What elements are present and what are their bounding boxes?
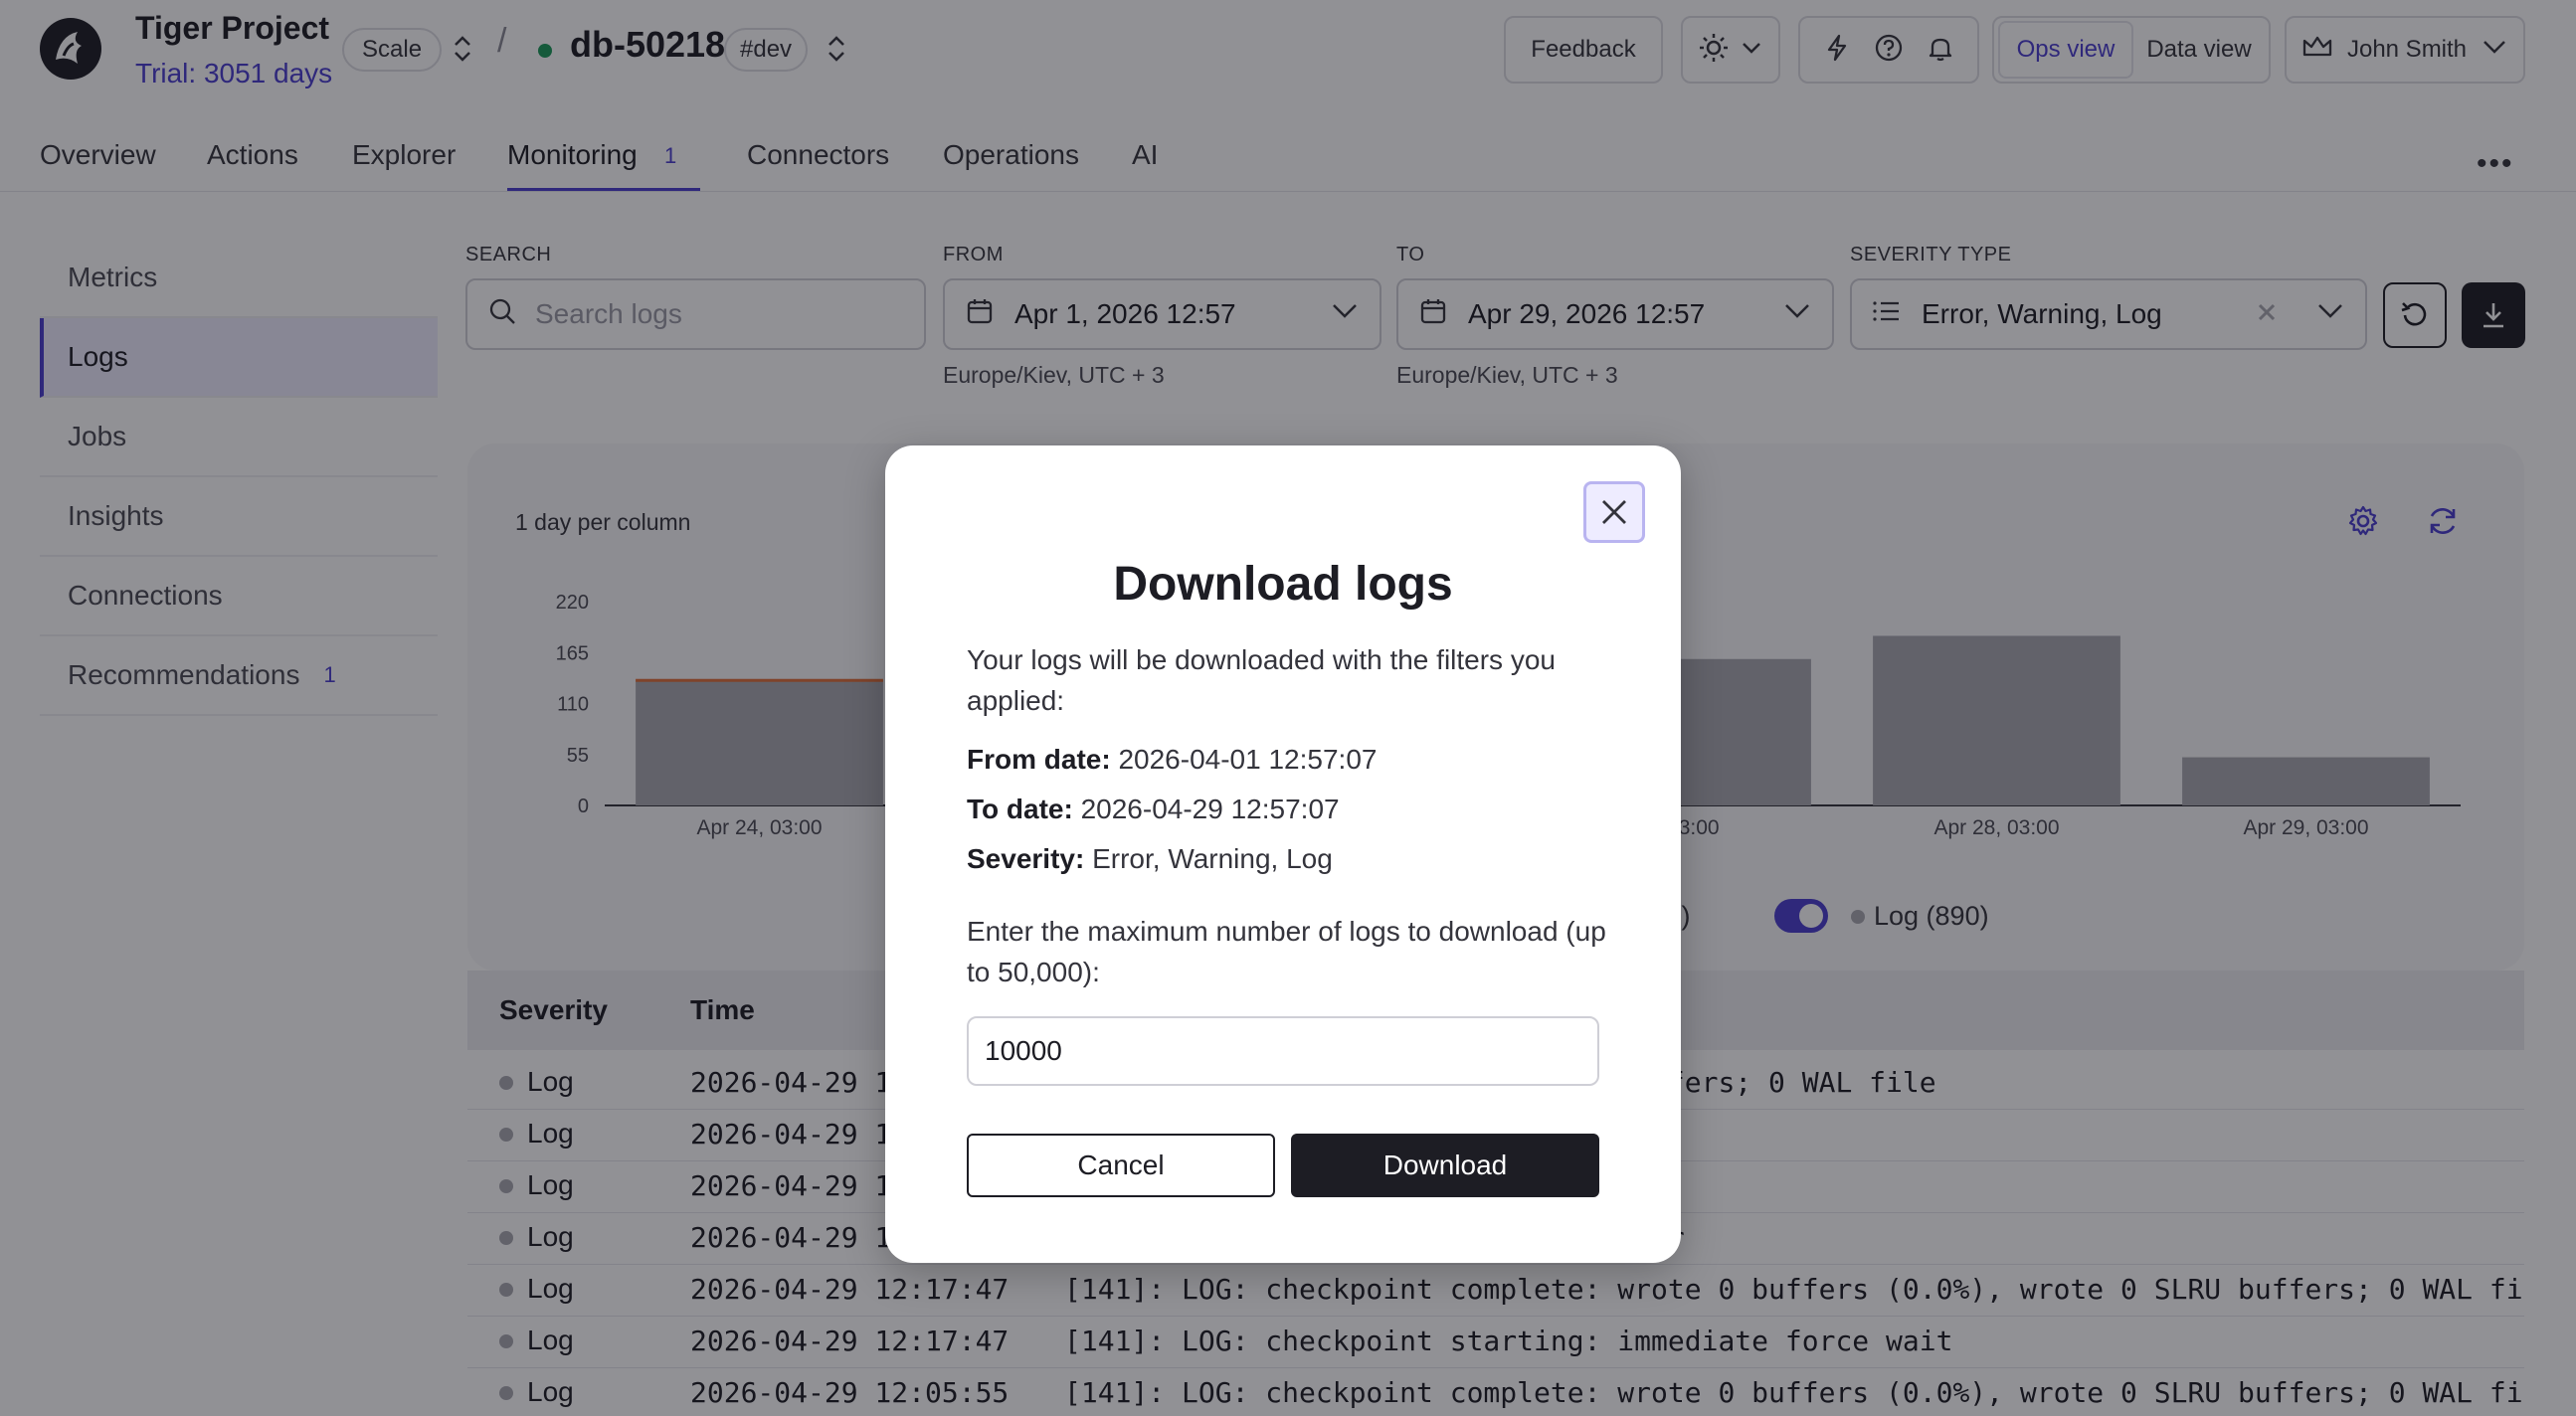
- from-date-text: 2026-04-01 12:57:07: [1118, 744, 1378, 775]
- download-button[interactable]: Download: [1291, 1134, 1599, 1197]
- severity-line: Severity: Error, Warning, Log: [967, 838, 1613, 879]
- to-date-text: 2026-04-29 12:57:07: [1080, 794, 1340, 824]
- max-logs-prompt: Enter the maximum number of logs to down…: [967, 916, 1606, 987]
- dialog-title: Download logs: [1113, 558, 1453, 611]
- from-date-key: From date:: [967, 744, 1111, 775]
- dialog-intro: Your logs will be downloaded with the fi…: [967, 644, 1556, 716]
- max-logs-input[interactable]: [967, 1016, 1599, 1086]
- close-icon[interactable]: [1583, 481, 1645, 543]
- severity-text: Error, Warning, Log: [1092, 843, 1333, 874]
- from-date-line: From date: 2026-04-01 12:57:07: [967, 739, 1613, 780]
- cancel-button[interactable]: Cancel: [967, 1134, 1275, 1197]
- to-date-key: To date:: [967, 794, 1073, 824]
- severity-key: Severity:: [967, 843, 1085, 874]
- to-date-line: To date: 2026-04-29 12:57:07: [967, 789, 1613, 829]
